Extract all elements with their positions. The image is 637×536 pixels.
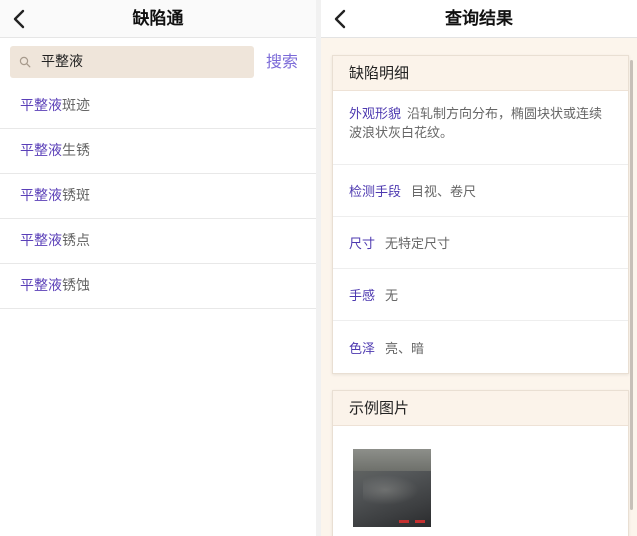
search-screen: 缺陷通 搜索 平整液斑迹 平整液生锈 平整液锈斑 平整液锈点 平整液锈蚀 (0, 0, 316, 536)
card-heading: 缺陷明细 (333, 56, 628, 91)
keyword-highlight: 平整液 (20, 278, 62, 294)
detail-label: 手感 (349, 289, 376, 304)
search-input[interactable] (41, 46, 241, 78)
detail-row-color: 色泽 亮、暗 (333, 321, 628, 373)
detail-label: 尺寸 (349, 237, 376, 252)
list-item[interactable]: 平整液锈蚀 (0, 264, 316, 309)
defect-detail-card: 缺陷明细 外观形貌 沿轧制方向分布，椭圆块状或连续波浪状灰白花纹。 检测手段 目视、… (332, 55, 629, 374)
keyword-highlight: 平整液 (20, 98, 62, 114)
result-suffix: 生锈 (62, 143, 90, 159)
detail-row-size: 尺寸 无特定尺寸 (333, 217, 628, 269)
result-list: 平整液斑迹 平整液生锈 平整液锈斑 平整液锈点 平整液锈蚀 (0, 84, 316, 309)
detail-value: 亮、暗 (385, 341, 425, 357)
keyword-highlight: 平整液 (20, 233, 62, 249)
navigation-bar: 缺陷通 (0, 0, 316, 38)
card-heading: 示例图片 (333, 391, 628, 426)
search-bar: 搜索 (0, 39, 316, 86)
example-photo[interactable] (353, 449, 431, 527)
result-suffix: 斑迹 (62, 98, 90, 114)
example-image-card: 示例图片 (332, 390, 629, 536)
list-item[interactable]: 平整液锈点 (0, 219, 316, 264)
detail-value: 目视、卷尺 (411, 185, 477, 200)
search-field[interactable] (10, 46, 254, 78)
detail-label: 外观形貌 (349, 107, 402, 122)
detail-row-detection: 检测手段 目视、卷尺 (333, 165, 628, 217)
detail-row-feel: 手感无 (333, 269, 628, 321)
detail-value: 无 (385, 289, 399, 304)
result-suffix: 锈斑 (62, 188, 90, 204)
navigation-bar: 查询结果 (321, 0, 637, 38)
page-title: 缺陷通 (132, 9, 184, 29)
page-title: 查询结果 (445, 9, 513, 29)
list-item[interactable]: 平整液锈斑 (0, 174, 316, 219)
keyword-highlight: 平整液 (20, 188, 62, 204)
list-item[interactable]: 平整液斑迹 (0, 84, 316, 129)
detail-label: 检测手段 (349, 185, 402, 200)
detail-label: 色泽 (349, 341, 376, 357)
search-icon (19, 56, 31, 68)
scrollbar[interactable] (630, 60, 633, 510)
list-item[interactable]: 平整液生锈 (0, 129, 316, 174)
keyword-highlight: 平整液 (20, 143, 62, 159)
detail-value: 无特定尺寸 (385, 237, 451, 252)
result-suffix: 锈蚀 (62, 278, 90, 294)
search-button[interactable]: 搜索 (266, 46, 298, 78)
result-screen: 查询结果 缺陷明细 外观形貌 沿轧制方向分布，椭圆块状或连续波浪状灰白花纹。 检测… (321, 0, 637, 536)
result-suffix: 锈点 (62, 233, 90, 249)
detail-row-appearance: 外观形貌 沿轧制方向分布，椭圆块状或连续波浪状灰白花纹。 (333, 91, 628, 165)
